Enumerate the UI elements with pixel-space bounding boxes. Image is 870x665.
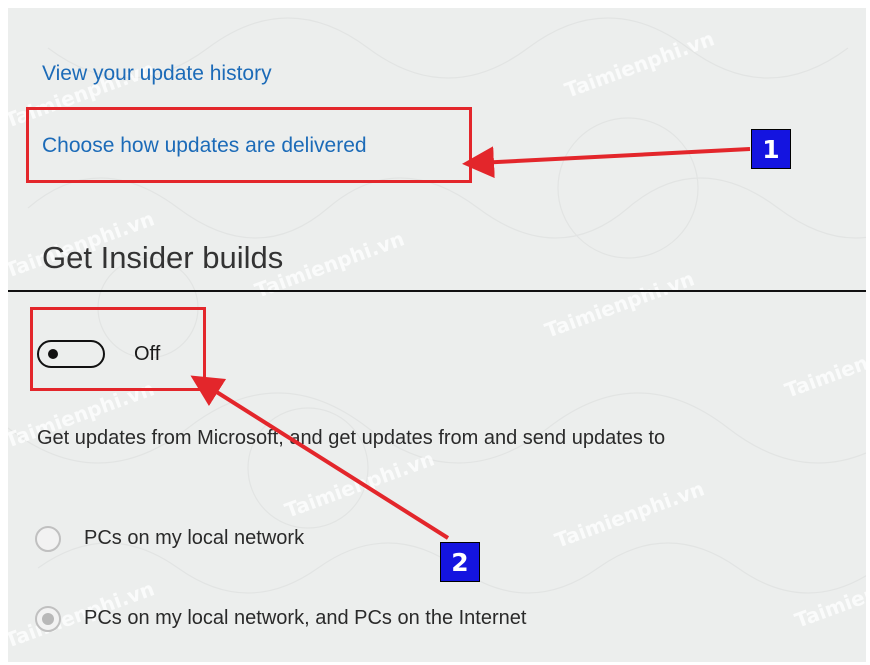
settings-panel: Taimienphi.vn Taimienphi.vn Taimienphi.v… [8, 8, 866, 662]
arrow-1 [462, 146, 751, 179]
arrow-2 [190, 375, 450, 540]
annotation-badge-1: 1 [751, 129, 791, 169]
annotation-arrows [190, 146, 751, 540]
annotation-badge-2: 2 [440, 542, 480, 582]
